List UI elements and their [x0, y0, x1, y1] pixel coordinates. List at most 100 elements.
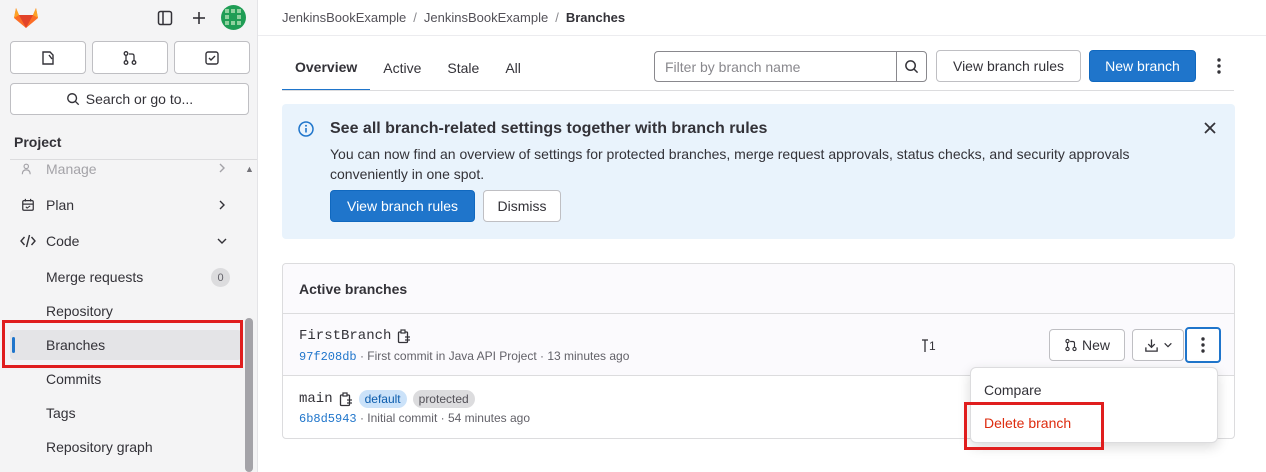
- branch-name[interactable]: main: [299, 391, 333, 407]
- branch-more-actions-button[interactable]: [1185, 327, 1221, 363]
- kebab-icon: [1201, 337, 1205, 353]
- sidebar-item-label: Branches: [46, 337, 106, 353]
- branch-tabs: Overview Active Stale All: [282, 44, 534, 91]
- sidebar: Search or go to... Project Manage ▲ Plan…: [0, 0, 258, 472]
- calendar-icon: [18, 198, 38, 212]
- issues-icon: [42, 50, 54, 65]
- download-icon: [1144, 338, 1158, 352]
- merge-request-icon: [123, 50, 137, 65]
- copy-icon[interactable]: [397, 328, 411, 344]
- sidebar-item-manage[interactable]: Manage: [10, 155, 242, 183]
- card-header: Active branches: [283, 264, 1234, 314]
- avatar[interactable]: [221, 5, 246, 30]
- download-button[interactable]: [1132, 329, 1184, 361]
- filter-search-button[interactable]: [896, 51, 927, 82]
- chevron-down-icon: [216, 234, 228, 250]
- sidebar-item-label: Manage: [46, 161, 97, 177]
- close-icon[interactable]: [1203, 121, 1217, 135]
- new-mr-label: New: [1081, 337, 1110, 353]
- gitlab-logo-icon[interactable]: [12, 5, 40, 29]
- chevron-right-icon: [216, 198, 228, 214]
- sidebar-scrollbar[interactable]: [245, 318, 253, 472]
- protected-badge: protected: [412, 390, 475, 408]
- merge-requests-button[interactable]: [92, 41, 168, 74]
- todo-icon: [205, 50, 219, 65]
- sidebar-item-label: Repository: [46, 303, 113, 319]
- quick-actions: [10, 41, 250, 74]
- kebab-icon: [1217, 58, 1221, 74]
- todo-button[interactable]: [174, 41, 250, 74]
- users-icon: [18, 162, 38, 176]
- branch-filter-input[interactable]: Filter by branch name: [654, 51, 897, 82]
- compare-menu-item[interactable]: Compare: [972, 375, 1216, 405]
- alert-view-branch-rules-button[interactable]: View branch rules: [330, 190, 475, 222]
- new-branch-button[interactable]: New branch: [1089, 50, 1196, 82]
- commit-meta: 6b8d5943 · Initial commit · 54 minutes a…: [299, 411, 530, 426]
- issues-button[interactable]: [10, 41, 86, 74]
- divergence-icon: [922, 339, 928, 352]
- alert-body: You can now find an overview of settings…: [330, 146, 1130, 182]
- divider: [282, 90, 1234, 91]
- branch-name-wrap: FirstBranch: [299, 328, 411, 344]
- chevron-down-icon: [1163, 342, 1172, 348]
- commit-info: · First commit in Java API Project · 13 …: [356, 349, 630, 363]
- sidebar-item-plan[interactable]: Plan: [10, 190, 242, 220]
- sidebar-item-commits[interactable]: Commits: [10, 364, 242, 394]
- breadcrumb-separator: /: [555, 10, 559, 25]
- search-button[interactable]: Search or go to...: [10, 83, 249, 115]
- search-icon: [66, 93, 79, 106]
- sidebar-item-label: Repository graph: [46, 439, 153, 455]
- sidebar-item-repository[interactable]: Repository: [10, 296, 242, 326]
- sidebar-item-tags[interactable]: Tags: [10, 398, 242, 428]
- breadcrumb-separator: /: [413, 10, 417, 25]
- branch-name[interactable]: FirstBranch: [299, 328, 391, 344]
- sidebar-section-title: Project: [14, 134, 62, 150]
- chevron-right-icon: [216, 161, 228, 177]
- breadcrumb-project[interactable]: JenkinsBookExample: [424, 10, 548, 25]
- tab-active[interactable]: Active: [370, 44, 434, 91]
- sidebar-item-branches[interactable]: Branches: [10, 330, 242, 360]
- sidebar-item-repository-graph[interactable]: Repository graph: [10, 432, 242, 462]
- alert-title: See all branch-related settings together…: [330, 120, 768, 137]
- copy-icon[interactable]: [339, 391, 353, 407]
- search-label: Search or go to...: [85, 91, 194, 107]
- tab-all[interactable]: All: [492, 44, 534, 91]
- commit-sha[interactable]: 6b8d5943: [299, 412, 357, 426]
- sidebar-item-merge-requests[interactable]: Merge requests 0: [10, 262, 242, 292]
- view-branch-rules-button[interactable]: View branch rules: [936, 50, 1081, 82]
- tab-overview[interactable]: Overview: [282, 44, 371, 91]
- tab-stale[interactable]: Stale: [434, 44, 492, 91]
- plus-icon[interactable]: [188, 7, 210, 29]
- breadcrumb: JenkinsBookExample / JenkinsBookExample …: [282, 10, 625, 25]
- divergence-count: 1: [929, 339, 936, 353]
- branch-actions-dropdown: Compare Delete branch: [970, 367, 1218, 443]
- scroll-up-arrow-icon[interactable]: ▲: [245, 164, 254, 174]
- divergence-graph: 1: [921, 339, 936, 353]
- commit-meta: 97f208db · First commit in Java API Proj…: [299, 349, 629, 364]
- info-alert: See all branch-related settings together…: [282, 104, 1235, 239]
- sidebar-item-code[interactable]: Code: [10, 226, 242, 256]
- count-badge: 0: [211, 268, 230, 287]
- commit-info: · Initial commit · 54 minutes ago: [356, 411, 531, 425]
- breadcrumb-current[interactable]: Branches: [566, 10, 625, 25]
- sidebar-item-label: Tags: [46, 405, 76, 421]
- branch-name-wrap: main default protected: [299, 390, 475, 408]
- new-merge-request-button[interactable]: New: [1049, 329, 1125, 361]
- more-actions-button[interactable]: [1206, 51, 1232, 81]
- active-indicator: [12, 337, 15, 353]
- default-badge: default: [358, 390, 407, 408]
- top-bar: JenkinsBookExample / JenkinsBookExample …: [258, 0, 1266, 36]
- alert-dismiss-button[interactable]: Dismiss: [483, 190, 561, 222]
- delete-branch-menu-item[interactable]: Delete branch: [972, 408, 1216, 438]
- sidebar-item-label: Commits: [46, 371, 102, 387]
- search-icon: [905, 60, 919, 74]
- sidebar-toggle-icon[interactable]: [154, 7, 176, 29]
- sidebar-item-label: Merge requests: [46, 269, 144, 285]
- merge-request-icon: [1065, 338, 1077, 352]
- sidebar-item-label: Code: [46, 233, 80, 249]
- breadcrumb-group[interactable]: JenkinsBookExample: [282, 10, 406, 25]
- sidebar-top: [0, 0, 258, 36]
- code-icon: [18, 234, 38, 248]
- card-title: Active branches: [299, 281, 408, 297]
- commit-sha[interactable]: 97f208db: [299, 350, 357, 364]
